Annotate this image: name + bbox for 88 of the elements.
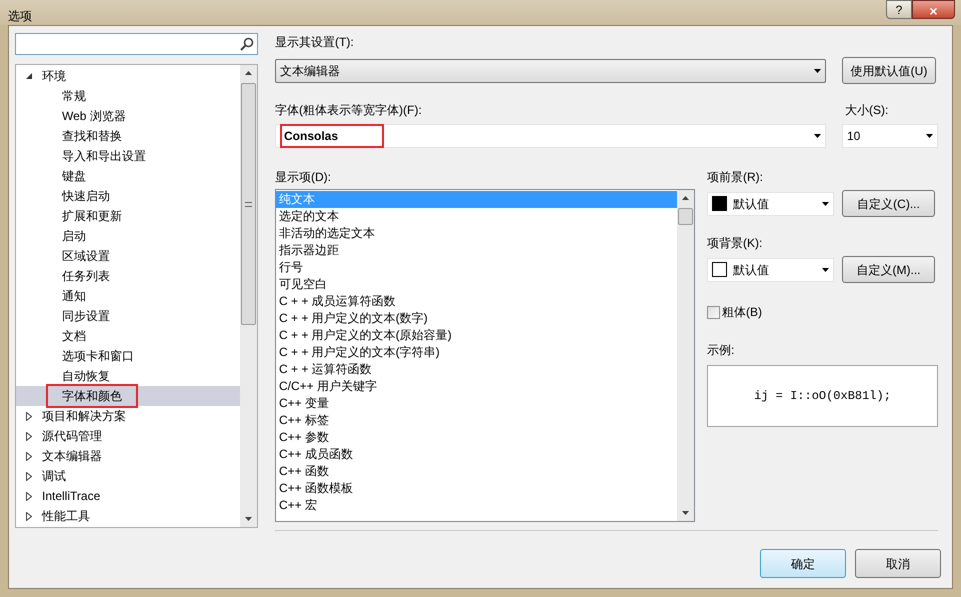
tree-item[interactable]: Web 浏览器 (46, 105, 142, 127)
collapsed-arrow-icon[interactable] (24, 492, 34, 500)
dialog-button[interactable]: 自定义(M)... (842, 256, 935, 283)
dialog-button[interactable]: 使用默认值(U) (842, 57, 936, 84)
search-icon (240, 37, 254, 51)
list-item[interactable]: 可见空白 (276, 276, 677, 293)
tree-item[interactable]: 自动恢复 (46, 365, 126, 387)
scroll-up-icon[interactable] (245, 71, 252, 75)
tree-item[interactable]: 键盘 (46, 165, 102, 187)
tree-item[interactable]: 扩展和更新 (46, 205, 138, 227)
list-item[interactable]: 行号 (276, 259, 677, 276)
tree-item[interactable]: 字体和颜色 (46, 384, 138, 408)
list-item[interactable]: C/C++ 用户关键字 (276, 378, 677, 395)
window-title: 选项 (8, 8, 32, 25)
tree-item[interactable]: 环境 (42, 67, 66, 85)
scrollbar[interactable] (677, 190, 694, 521)
list-item[interactable]: C++ 参数 (276, 429, 677, 446)
list-item[interactable]: C++ 宏 (276, 497, 677, 514)
dropdown-field[interactable]: 文本编辑器 (275, 58, 826, 82)
tree-item[interactable]: 调试 (42, 467, 66, 485)
list-item[interactable]: C + + 用户定义的文本(字符串) (276, 344, 677, 361)
tree-item[interactable]: 导入和导出设置 (46, 145, 162, 167)
list-item[interactable]: C++ 函数 (276, 463, 677, 480)
list-item[interactable]: 指示器边距 (276, 242, 677, 259)
tree-item[interactable]: 文档 (46, 325, 102, 347)
dropdown-arrow-icon (814, 68, 821, 72)
field-label: 示例: (707, 342, 736, 359)
scroll-down-icon[interactable] (245, 517, 252, 521)
field-label: 显示项(D): (275, 169, 332, 186)
scroll-up-icon[interactable] (682, 196, 689, 200)
tree-item[interactable]: 任务列表 (46, 265, 126, 287)
list-item[interactable]: C++ 变量 (276, 395, 677, 412)
tree-item[interactable]: 查找和替换 (46, 125, 138, 147)
scrollbar-thumb[interactable] (678, 208, 693, 225)
list-item[interactable]: C + + 用户定义的文本(原始容量) (276, 327, 677, 344)
tree-item[interactable]: 性能工具 (42, 507, 90, 525)
scroll-down-icon[interactable] (682, 511, 689, 515)
list-item[interactable]: C++ 标签 (276, 412, 677, 429)
checkbox-label: 粗体(B) (722, 304, 762, 321)
tree-item[interactable]: 快速启动 (46, 185, 126, 207)
tree-item[interactable]: 同步设置 (46, 305, 126, 327)
tree-item[interactable]: 区域设置 (46, 245, 126, 267)
field-label: 大小(S): (845, 102, 890, 119)
dialog-button[interactable]: 确定 (760, 549, 846, 578)
list-item[interactable]: C + + 运算符函数 (276, 361, 677, 378)
sample-code: ij = I::oO(0xB81l); (754, 388, 891, 405)
dropdown-field[interactable]: 默认值 (707, 258, 834, 282)
list-item[interactable]: 选定的文本 (276, 208, 677, 225)
dropdown-arrow-icon (926, 134, 933, 138)
expanded-arrow-icon[interactable] (24, 73, 34, 79)
list-item[interactable]: 非活动的选定文本 (276, 225, 677, 242)
collapsed-arrow-icon[interactable] (24, 512, 34, 520)
search-field[interactable] (15, 33, 258, 55)
dropdown-arrow-icon (822, 202, 829, 206)
dropdown-arrow-icon (814, 134, 821, 138)
list-item[interactable]: C + + 成员运算符函数 (276, 293, 677, 310)
field-label: 项前景(R): (707, 169, 764, 186)
tree-item[interactable]: 项目和解决方案 (42, 407, 126, 425)
field-value: 文本编辑器 (280, 62, 341, 80)
scrollbar-thumb[interactable] (241, 83, 256, 325)
collapsed-arrow-icon[interactable] (24, 432, 34, 440)
dialog-button[interactable]: 自定义(C)... (842, 190, 935, 217)
dialog-button[interactable]: 取消 (855, 549, 941, 578)
field-label: 字体(粗体表示等宽字体)(F): (275, 102, 423, 119)
help-button[interactable]: ? (886, 0, 912, 19)
list-item[interactable]: C++ 函数模板 (276, 480, 677, 497)
field-label: 显示其设置(T): (275, 34, 355, 51)
field-value: 默认值 (733, 262, 770, 278)
tree-item[interactable]: 启动 (46, 225, 102, 247)
collapsed-arrow-icon[interactable] (24, 412, 34, 420)
scrollbar[interactable] (240, 65, 257, 527)
field-value: 默认值 (733, 196, 770, 212)
list-item[interactable]: C++ 成员函数 (276, 446, 677, 463)
tree-item[interactable]: 通知 (46, 285, 102, 307)
checkbox[interactable] (707, 306, 720, 318)
dropdown-arrow-icon (822, 268, 829, 272)
tree-item[interactable]: 文本编辑器 (42, 447, 102, 465)
collapsed-arrow-icon[interactable] (24, 452, 34, 460)
field-label: 项背景(K): (707, 235, 764, 252)
collapsed-arrow-icon[interactable] (24, 472, 34, 480)
tree-item[interactable]: 源代码管理 (42, 427, 102, 445)
tree-item[interactable]: 常规 (46, 85, 102, 107)
tree-item[interactable]: 选项卡和窗口 (46, 345, 150, 367)
dropdown-field[interactable]: 10 (842, 124, 938, 148)
list-item[interactable]: C + + 用户定义的文本(数字) (276, 310, 677, 327)
tree-item[interactable]: IntelliTrace (42, 487, 100, 505)
field-value: 10 (847, 128, 862, 145)
dropdown-field[interactable]: 默认值 (707, 192, 834, 216)
